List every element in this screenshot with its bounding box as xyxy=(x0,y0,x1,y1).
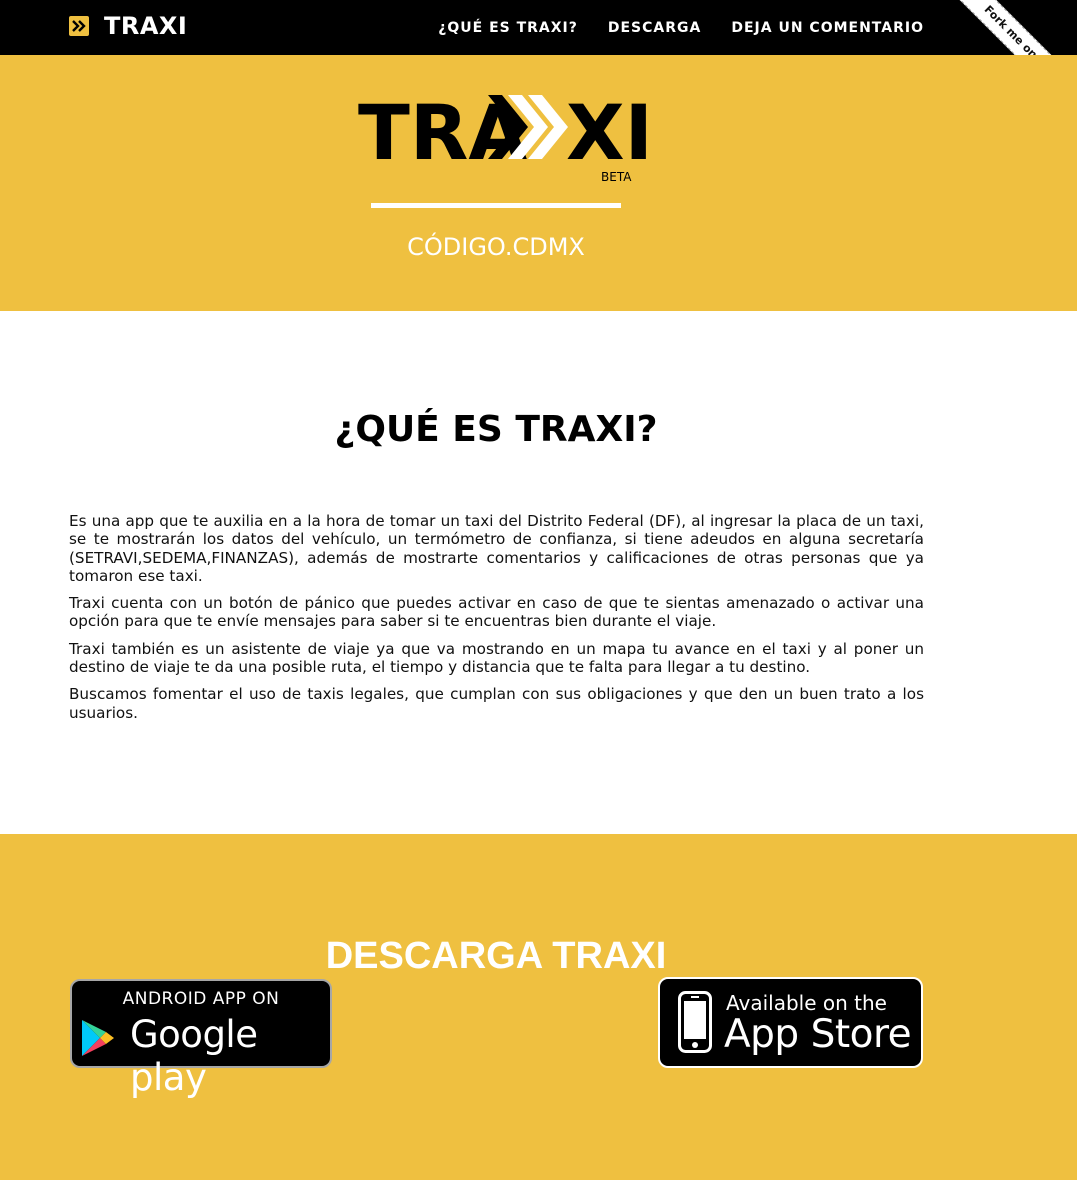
google-play-button[interactable]: ANDROID APP ON Google play xyxy=(70,979,332,1099)
hero-subtitle: CÓDIGO.CDMX xyxy=(407,233,585,261)
top-navbar: TRAXI ¿QUÉ ES TRAXI? DESCARGA DEJA UN CO… xyxy=(0,0,1077,55)
logo-text-end: XI xyxy=(566,91,646,177)
about-section: ¿QUÉ ES TRAXI? Es una app que te auxilia… xyxy=(0,311,1077,834)
google-play-icon xyxy=(82,1020,114,1056)
app-store-main-label: App Store xyxy=(724,1012,912,1057)
about-text: Es una app que te auxilia en a la hora d… xyxy=(69,512,924,731)
hero-section: TRA XI BETA CÓDIGO.CDMX xyxy=(0,55,1077,311)
google-play-main-label: Google play xyxy=(130,1013,258,1099)
google-play-top-label: ANDROID APP ON xyxy=(122,989,280,1009)
chevron-right-icon xyxy=(69,16,89,36)
about-paragraph: Traxi también es un asistente de viaje y… xyxy=(69,639,924,677)
app-store-button[interactable]: Available on the App Store xyxy=(658,977,923,1068)
nav-link-que-es[interactable]: ¿QUÉ ES TRAXI? xyxy=(438,20,578,36)
traxi-logo: TRA XI BETA xyxy=(358,91,646,183)
brand-link[interactable]: TRAXI xyxy=(69,9,187,43)
about-paragraph: Es una app que te auxilia en a la hora d… xyxy=(69,512,924,585)
nav-link-comentario[interactable]: DEJA UN COMENTARIO xyxy=(731,20,924,36)
nav-menu: ¿QUÉ ES TRAXI? DESCARGA DEJA UN COMENTAR… xyxy=(438,0,924,55)
about-paragraph: Buscamos fomentar el uso de taxis legale… xyxy=(69,685,924,722)
nav-link-descarga[interactable]: DESCARGA xyxy=(608,20,701,36)
brand-name: TRAXI xyxy=(104,12,188,40)
iphone-icon xyxy=(678,991,712,1053)
hero-divider xyxy=(371,203,621,208)
download-title: DESCARGA TRAXI xyxy=(325,935,667,977)
logo-beta-badge: BETA xyxy=(601,170,632,183)
download-section: DESCARGA TRAXI ANDROID APP ON Google pla… xyxy=(0,834,1077,1180)
about-paragraph: Traxi cuenta con un botón de pánico que … xyxy=(69,594,924,631)
about-title: ¿QUÉ ES TRAXI? xyxy=(334,409,658,450)
